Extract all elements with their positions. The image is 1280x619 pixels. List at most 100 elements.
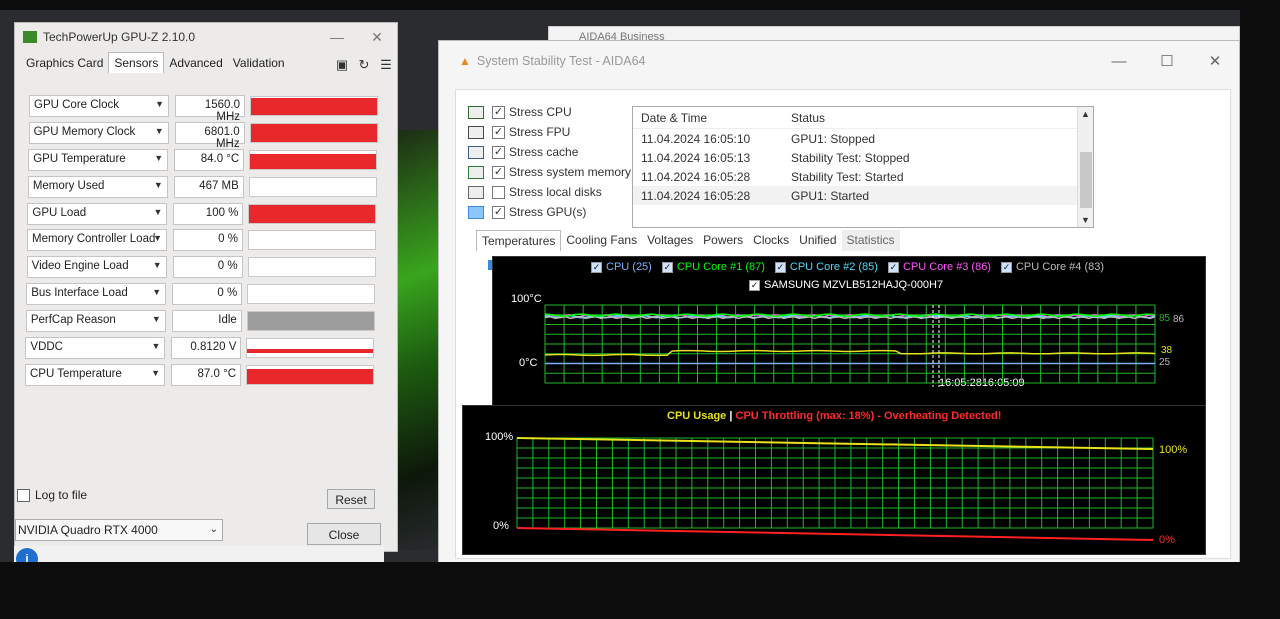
- desktop: AIDA64 Business ▲ System Stability Test …: [0, 10, 1240, 562]
- device-select[interactable]: NVIDIA Quadro RTX 4000 ⌄: [15, 519, 223, 541]
- scroll-thumb[interactable]: [1080, 152, 1092, 208]
- reset-button[interactable]: Reset: [327, 489, 375, 509]
- stress-label: Stress local disks: [509, 185, 602, 199]
- stability-titlebar: ▲ System Stability Test - AIDA64 — ☐ ✕: [439, 41, 1239, 81]
- sensor-list: GPU Core Clock ▼ 1560.0 MHz GPU Memory Cloc…: [25, 95, 391, 391]
- device-icon: [468, 105, 484, 119]
- status-row[interactable]: 11.04.2024 16:05:28 GPU1: Started: [633, 186, 1093, 205]
- close-window-button[interactable]: ✕: [1191, 52, 1239, 70]
- sensor-graph[interactable]: [249, 149, 378, 170]
- sensor-name-dropdown[interactable]: PerfCap Reason ▼: [25, 310, 166, 333]
- device-icon: [468, 165, 484, 179]
- sensor-name: Video Engine Load: [31, 260, 129, 273]
- sensor-graph[interactable]: [250, 96, 378, 116]
- minimize-button[interactable]: —: [1095, 53, 1143, 70]
- sensor-name-dropdown[interactable]: Memory Controller Load ▼: [27, 229, 167, 252]
- status-log-scrollbar[interactable]: ▲ ▼: [1077, 107, 1093, 227]
- sensor-graph[interactable]: [249, 122, 378, 143]
- sensor-graph[interactable]: [248, 230, 376, 251]
- stress-option[interactable]: ✓ Stress FPU: [468, 122, 631, 142]
- device-select-value: NVIDIA Quadro RTX 4000: [18, 523, 158, 537]
- stress-label: Stress cache: [509, 145, 579, 159]
- log-to-file-option[interactable]: Log to file: [17, 488, 87, 502]
- tab-clocks[interactable]: Clocks: [748, 230, 794, 251]
- tab-statistics[interactable]: Statistics: [841, 230, 900, 251]
- sensor-graph[interactable]: [248, 203, 377, 224]
- tab-powers[interactable]: Powers: [698, 230, 748, 251]
- maximize-button[interactable]: ☐: [1143, 52, 1191, 70]
- sensor-name-dropdown[interactable]: VDDC ▼: [25, 337, 166, 360]
- sensor-name-dropdown[interactable]: Memory Used ▼: [27, 175, 168, 198]
- sensor-graph-fill: [247, 348, 374, 354]
- stress-label: Stress GPU(s): [509, 205, 587, 219]
- sensor-name-dropdown[interactable]: GPU Temperature ▼: [28, 148, 169, 171]
- stress-checkbox[interactable]: ✓: [492, 125, 505, 139]
- sensor-graph-fill: [250, 124, 377, 142]
- gpuz-logo-icon: [23, 31, 37, 43]
- stress-option[interactable]: ✓ Stress CPU: [468, 102, 631, 122]
- tab-cooling-fans[interactable]: Cooling Fans: [561, 230, 642, 251]
- stress-option[interactable]: ✓ Stress cache: [468, 142, 631, 162]
- status-row-time: 11.04.2024 16:05:28: [641, 188, 751, 203]
- sensor-graph-fill: [247, 312, 374, 331]
- stress-checkbox[interactable]: ✓: [492, 165, 505, 179]
- sensor-value: 0.8120 V: [171, 337, 242, 360]
- log-to-file-checkbox[interactable]: [17, 488, 30, 502]
- stress-checkbox[interactable]: ✓: [492, 145, 505, 159]
- sensor-name-dropdown[interactable]: CPU Temperature ▼: [25, 363, 165, 386]
- sensor-graph-fill: [249, 205, 376, 223]
- status-row[interactable]: 11.04.2024 16:05:13 Stability Test: Stopp…: [633, 148, 1093, 167]
- tab-advanced[interactable]: Advanced: [164, 53, 227, 73]
- aida-flame-icon: ▲: [459, 54, 471, 68]
- device-icon: [468, 185, 484, 199]
- stress-option[interactable]: Stress local disks: [468, 182, 631, 202]
- device-icon: [468, 205, 484, 219]
- sensor-graph[interactable]: [247, 257, 376, 278]
- gpuz-minimize-button[interactable]: —: [317, 29, 357, 45]
- header-status[interactable]: Status: [791, 111, 825, 125]
- stress-checkbox[interactable]: [492, 185, 505, 199]
- stress-option[interactable]: ✓ Stress GPU(s): [468, 202, 631, 222]
- header-date-time[interactable]: Date & Time: [641, 111, 791, 125]
- sensor-graph[interactable]: [247, 284, 376, 305]
- stress-option[interactable]: ✓ Stress system memory: [468, 162, 631, 182]
- sensor-name: GPU Temperature: [33, 152, 126, 165]
- sensor-name-dropdown[interactable]: GPU Memory Clock ▼: [28, 121, 169, 144]
- tab-temperatures[interactable]: Temperatures: [476, 230, 562, 251]
- dropdown-arrow-icon: ▼: [153, 179, 163, 190]
- menu-icon[interactable]: ☰: [375, 57, 397, 73]
- stress-checkbox[interactable]: ✓: [492, 105, 505, 119]
- sensor-row: PerfCap Reason ▼ Idle: [22, 310, 391, 334]
- tab-unified[interactable]: Unified: [794, 230, 841, 251]
- camera-icon[interactable]: ▣: [331, 57, 353, 73]
- tab-sensors[interactable]: Sensors: [108, 52, 165, 73]
- scroll-down-icon[interactable]: ▼: [1081, 215, 1090, 225]
- sensor-graph[interactable]: [246, 364, 374, 385]
- sensor-name: VDDC: [30, 341, 63, 354]
- sensor-name-dropdown[interactable]: Bus Interface Load ▼: [26, 283, 167, 306]
- sensor-name: PerfCap Reason: [30, 314, 116, 327]
- sensor-name-dropdown[interactable]: GPU Core Clock ▼: [29, 95, 169, 117]
- device-icon: [468, 145, 484, 159]
- status-log-header: Date & Time Status: [633, 107, 1093, 129]
- refresh-icon[interactable]: ↻: [353, 57, 375, 73]
- dropdown-arrow-icon: ▼: [152, 260, 162, 271]
- tab-voltages[interactable]: Voltages: [642, 230, 698, 251]
- stress-label: Stress FPU: [509, 125, 571, 139]
- sensor-graph[interactable]: [246, 311, 375, 332]
- status-row[interactable]: 11.04.2024 16:05:10 GPU1: Stopped: [633, 129, 1093, 148]
- tab-validation[interactable]: Validation: [228, 53, 290, 73]
- scroll-up-icon[interactable]: ▲: [1081, 109, 1090, 119]
- sensor-name-dropdown[interactable]: Video Engine Load ▼: [26, 256, 167, 279]
- status-row[interactable]: 11.04.2024 16:05:28 Stability Test: Start…: [633, 167, 1093, 186]
- sensor-graph[interactable]: [248, 176, 377, 197]
- close-button[interactable]: Close: [307, 523, 381, 545]
- sensor-graph[interactable]: [246, 338, 375, 359]
- gpuz-close-button[interactable]: ✕: [357, 29, 397, 46]
- sensor-graph-fill: [247, 368, 373, 384]
- sensor-name-dropdown[interactable]: GPU Load ▼: [27, 202, 168, 225]
- tab-graphics-card[interactable]: Graphics Card: [21, 53, 108, 73]
- sensor-row: Memory Controller Load ▼ 0 %: [23, 229, 391, 253]
- stress-checkbox[interactable]: ✓: [492, 205, 505, 219]
- notification-strip: i: [14, 546, 384, 562]
